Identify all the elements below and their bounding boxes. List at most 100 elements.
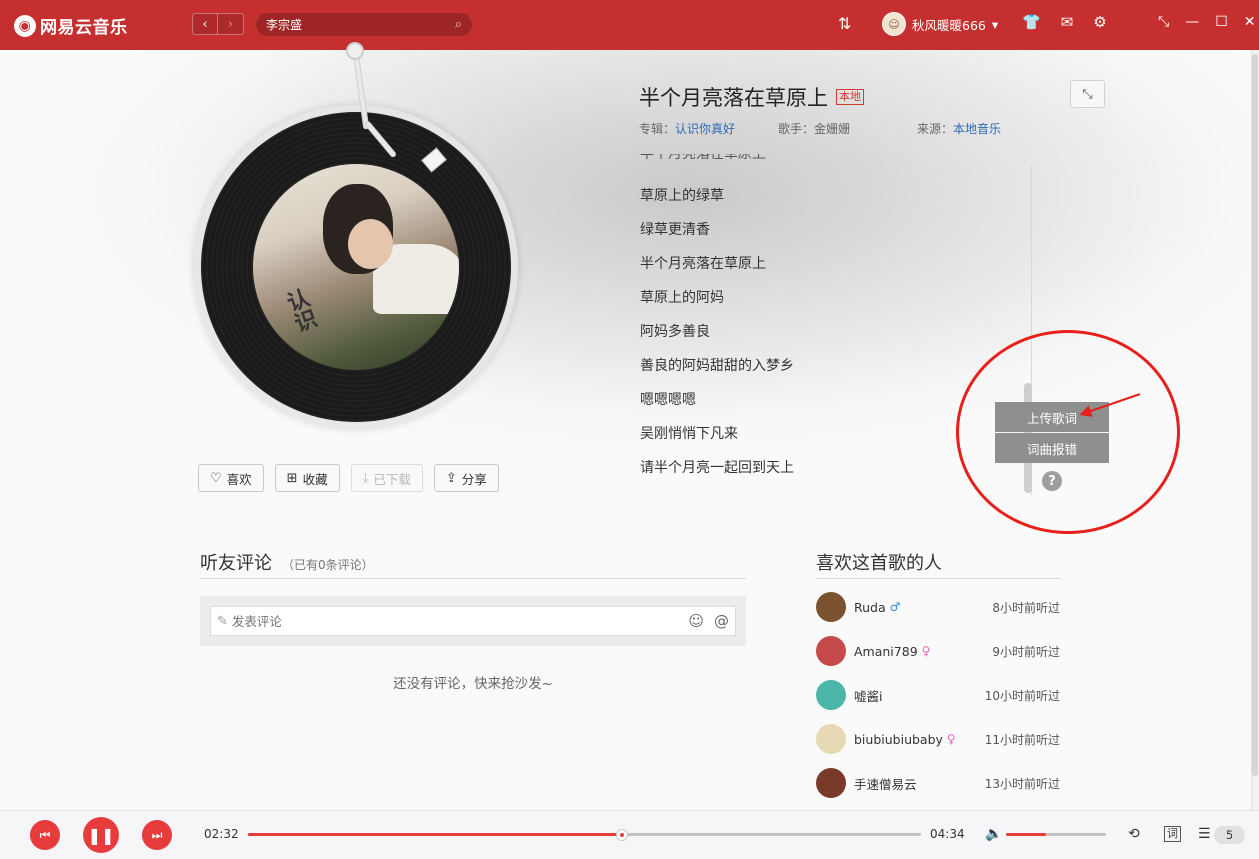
- liker-avatar[interactable]: [816, 592, 846, 622]
- history-nav: ‹ ›: [192, 13, 244, 35]
- song-meta: 专辑：认识你真好 歌手：金姗姗 来源：本地音乐: [639, 120, 1056, 137]
- cover-title: 认识: [280, 285, 319, 336]
- liker-name[interactable]: 手速僧易云: [854, 774, 917, 793]
- lyrics-toggle[interactable]: 词: [1164, 826, 1181, 842]
- current-time: 02:32: [204, 827, 239, 841]
- liker-time: 10小时前听过: [984, 688, 1060, 703]
- lyric-line: 草原上的绿草: [640, 188, 724, 204]
- next-icon: ⏭: [151, 827, 163, 842]
- lyric-line: 善良的阿妈甜甜的入梦乡: [640, 358, 794, 374]
- netease-logo-icon: ◉: [14, 14, 36, 37]
- lyrics-panel[interactable]: 草原上的绿草 绿草更清香 半个月亮落在草原上 草原上的阿妈 阿妈多善良 善良的阿…: [640, 160, 1020, 490]
- upload-lyrics-button[interactable]: 上传歌词: [995, 402, 1109, 432]
- page-scrollbar-thumb[interactable]: [1252, 54, 1258, 776]
- like-label: 喜欢: [226, 471, 252, 487]
- liker-row[interactable]: biubiubiubaby ♀ 11小时前听过: [816, 723, 1060, 755]
- total-time: 04:34: [930, 827, 965, 841]
- folder-plus-icon: ⊞: [286, 470, 298, 486]
- comments-title: 听友评论: [200, 553, 272, 574]
- album-cover: 认识: [253, 164, 459, 370]
- playlist-count[interactable]: 5: [1214, 826, 1245, 844]
- forward-button[interactable]: ›: [218, 13, 244, 35]
- progress-handle[interactable]: [615, 829, 628, 841]
- skin-icon[interactable]: 👕: [1022, 13, 1041, 31]
- likers-title: 喜欢这首歌的人: [816, 553, 942, 574]
- next-button[interactable]: ⏭: [142, 820, 172, 850]
- liker-time: 8小时前听过: [992, 600, 1060, 615]
- share-button[interactable]: ⇪ 分享: [433, 464, 499, 492]
- user-name[interactable]: 秋风暖暖666: [912, 15, 986, 34]
- liker-name[interactable]: Amani789: [854, 644, 918, 659]
- back-button[interactable]: ‹: [192, 13, 218, 35]
- liker-avatar[interactable]: [816, 636, 846, 666]
- share-label: 分享: [461, 471, 487, 487]
- album-info: 专辑：认识你真好: [639, 120, 778, 137]
- mini-mode-icon[interactable]: ⤡: [1158, 14, 1169, 30]
- liker-avatar[interactable]: [816, 768, 846, 798]
- song-title: 半个月亮落在草原上 本地: [639, 82, 864, 112]
- collapse-button[interactable]: ⤡: [1070, 80, 1105, 108]
- lyric-line: 绿草更清香: [640, 222, 710, 238]
- empty-comments-text: 还没有评论，快来抢沙发~: [393, 676, 553, 692]
- comment-input-wrap[interactable]: ✎ ☺ @: [210, 606, 736, 636]
- download-label: 已下载: [373, 471, 411, 487]
- volume-fill[interactable]: [1006, 833, 1046, 836]
- report-error-button[interactable]: 词曲报错: [995, 433, 1109, 463]
- emoji-icon[interactable]: ☺: [688, 612, 704, 630]
- help-icon[interactable]: ?: [1042, 471, 1062, 491]
- liker-avatar[interactable]: [816, 680, 846, 710]
- liker-row[interactable]: Ruda ♂ 8小时前听过: [816, 591, 1060, 623]
- likers-divider: [816, 578, 1060, 579]
- album-link[interactable]: 认识你真好: [675, 122, 735, 136]
- pause-icon: ❚❚: [87, 825, 115, 845]
- liker-row[interactable]: 嘘酱i 10小时前听过: [816, 679, 1060, 711]
- settings-icon[interactable]: ⚙: [1093, 13, 1106, 31]
- comments-divider: [200, 578, 746, 579]
- tonearm-pivot: [346, 42, 364, 60]
- mention-icon[interactable]: @: [714, 612, 729, 630]
- comment-input[interactable]: [231, 613, 679, 629]
- mail-icon[interactable]: ✉: [1061, 13, 1074, 31]
- lyric-line: 吴刚悄悄下凡来: [640, 426, 738, 442]
- maximize-icon[interactable]: ☐: [1215, 14, 1228, 30]
- close-icon[interactable]: ✕: [1244, 14, 1256, 30]
- cover-face-shape: [348, 219, 393, 269]
- minimize-icon[interactable]: —: [1185, 14, 1199, 30]
- like-button[interactable]: ♡ 喜欢: [198, 464, 264, 492]
- album-label: 专辑：: [639, 122, 676, 136]
- lyric-line: 草原上的阿妈: [640, 290, 724, 306]
- loop-icon[interactable]: ⟲: [1128, 826, 1140, 842]
- download-button[interactable]: ⤓ 已下载: [350, 464, 423, 492]
- pause-button[interactable]: ❚❚: [83, 817, 119, 853]
- title-tools: 👕 ✉ ⚙: [1022, 13, 1107, 31]
- search-icon[interactable]: ⌕: [455, 17, 462, 32]
- previous-icon: ⏮: [39, 827, 51, 842]
- artist-name[interactable]: 金姗姗: [814, 122, 850, 136]
- app-logo[interactable]: ◉ 网易云音乐: [14, 13, 128, 38]
- liker-row[interactable]: Amani789 ♀ 9小时前听过: [816, 635, 1060, 667]
- source-info: 来源：本地音乐: [917, 120, 1056, 137]
- collect-button[interactable]: ⊞ 收藏: [274, 464, 340, 492]
- heart-icon: ♡: [210, 470, 222, 486]
- previous-button[interactable]: ⏮: [30, 820, 60, 850]
- sync-icon[interactable]: ⇅: [838, 14, 851, 33]
- playlist-icon[interactable]: ☰: [1198, 826, 1211, 842]
- liker-name[interactable]: Ruda: [854, 600, 886, 615]
- search-input[interactable]: [266, 17, 436, 32]
- user-menu[interactable]: ☺ 秋风暖暖666 ▾: [882, 12, 998, 36]
- pencil-icon: ✎: [217, 613, 228, 629]
- dropdown-arrow-icon[interactable]: ▾: [992, 17, 998, 32]
- collapse-icon: ⤡: [1082, 86, 1093, 102]
- user-avatar[interactable]: ☺: [882, 12, 906, 36]
- lyric-line: 嗯嗯嗯嗯: [640, 392, 696, 408]
- liker-name[interactable]: 嘘酱i: [854, 686, 882, 705]
- source-link[interactable]: 本地音乐: [953, 122, 1001, 136]
- search-box[interactable]: ⌕: [256, 13, 472, 36]
- liker-row[interactable]: 手速僧易云 13小时前听过: [816, 767, 1060, 799]
- comments-header: 听友评论 （已有0条评论）: [200, 549, 374, 575]
- liker-name[interactable]: biubiubiubaby: [854, 732, 943, 747]
- artist-info: 歌手：金姗姗: [778, 120, 917, 137]
- liker-avatar[interactable]: [816, 724, 846, 754]
- volume-icon[interactable]: 🔈: [985, 826, 1002, 842]
- app-name: 网易云音乐: [40, 18, 128, 38]
